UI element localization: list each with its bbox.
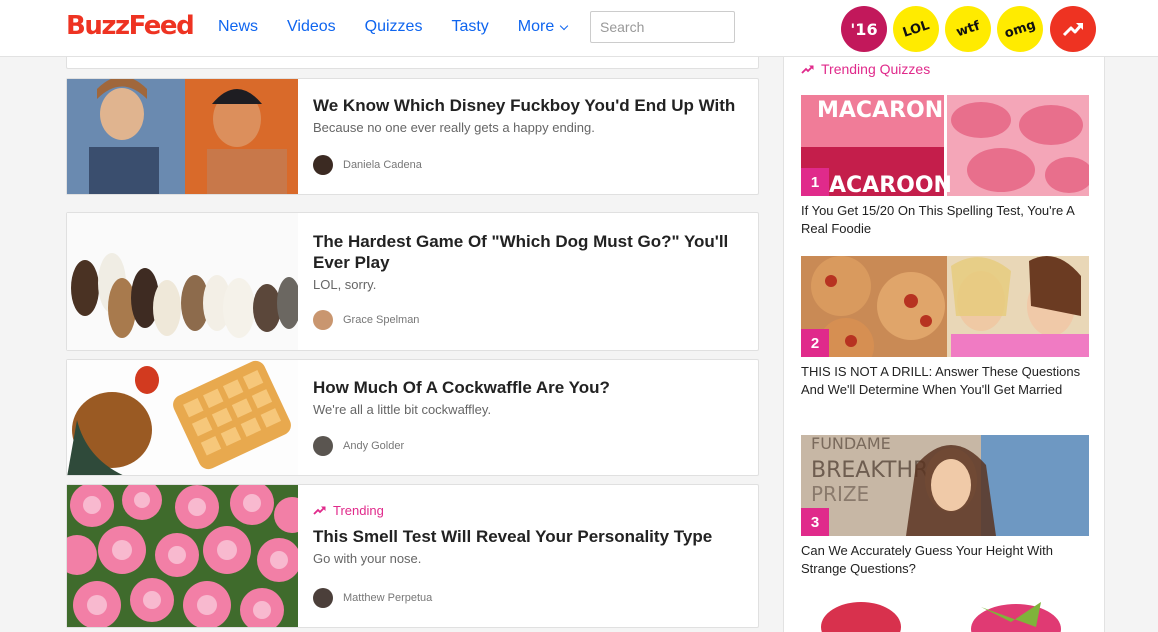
feed-card[interactable]: Trending This Smell Test Will Reveal You… [66, 484, 759, 628]
card-thumbnail[interactable] [67, 79, 298, 194]
trending-tag: Trending [313, 503, 738, 518]
quiz-thumbnail[interactable]: FUNDAME BREAKTHR PRIZE 3 [801, 435, 1089, 536]
card-author[interactable]: Grace Spelman [313, 310, 419, 330]
nav-more[interactable]: More [517, 18, 569, 36]
card-title[interactable]: The Hardest Game Of "Which Dog Must Go?"… [313, 231, 738, 273]
quiz-title[interactable]: If You Get 15/20 On This Spelling Test, … [801, 202, 1089, 238]
chevron-down-icon [560, 21, 569, 30]
card-title[interactable]: How Much Of A Cockwaffle Are You? [313, 377, 738, 398]
card-thumbnail[interactable] [67, 213, 298, 350]
quiz-thumbnail[interactable]: MACARON ACAROON 1 [801, 95, 1089, 196]
badge-2016-label: '16 [850, 19, 878, 39]
quiz-rank: 2 [801, 329, 829, 357]
card-title[interactable]: We Know Which Disney Fuckboy You'd End U… [313, 95, 738, 116]
trending-arrow-icon [801, 64, 814, 74]
nav-news[interactable]: News [218, 18, 258, 36]
badge-omg[interactable]: omg [991, 0, 1049, 58]
quiz-thumbnail[interactable]: 2 [801, 256, 1089, 357]
site-header: BuzzFeed News Videos Quizzes Tasty More … [0, 0, 1158, 58]
card-thumbnail[interactable] [67, 360, 298, 475]
card-thumbnail[interactable] [67, 485, 298, 627]
avatar [313, 588, 333, 608]
feed-card[interactable]: How Much Of A Cockwaffle Are You? We're … [66, 359, 759, 476]
quiz-rank: 3 [801, 508, 829, 536]
avatar [313, 436, 333, 456]
sidebar-quiz-item[interactable] [801, 597, 1089, 632]
card-description: We're all a little bit cockwaffley. [313, 402, 492, 417]
badge-wtf[interactable]: wtf [939, 0, 997, 58]
card-author[interactable]: Daniela Cadena [313, 155, 422, 175]
quiz-rank: 1 [801, 168, 829, 196]
nav-more-label: More [517, 18, 555, 35]
badge-lol[interactable]: LOL [887, 0, 945, 58]
card-author[interactable]: Andy Golder [313, 436, 404, 456]
image-text-2: BREAKTHR [811, 458, 928, 483]
macaroon-text: ACAROON [829, 173, 952, 196]
badge-2016[interactable]: '16 [841, 6, 887, 52]
sidebar-quiz-item[interactable]: MACARON ACAROON 1 If You Get 15/20 On Th… [801, 95, 1089, 238]
badge-lol-label: LOL [900, 17, 932, 41]
badge-wtf-label: wtf [954, 18, 982, 40]
trending-arrow-icon [1062, 23, 1084, 37]
heading-label: Trending Quizzes [821, 61, 931, 77]
author-name: Andy Golder [343, 440, 405, 452]
search-input[interactable] [590, 11, 735, 43]
author-name: Matthew Perpetua [343, 592, 433, 604]
badge-trending[interactable] [1050, 6, 1096, 52]
sidebar: Trending Quizzes MACARON ACAROON 1 If Yo… [783, 57, 1105, 632]
image-text-1: FUNDAME [811, 435, 891, 453]
card-description: LOL, sorry. [313, 277, 377, 292]
nav-videos[interactable]: Videos [287, 18, 336, 36]
card-title[interactable]: This Smell Test Will Reveal Your Persona… [313, 526, 738, 547]
image-text-3: PRIZE [811, 482, 869, 506]
buzzfeed-logo[interactable]: BuzzFeed [66, 11, 195, 41]
avatar [313, 155, 333, 175]
quiz-thumbnail[interactable] [801, 597, 1089, 632]
nav-tasty[interactable]: Tasty [451, 18, 488, 36]
trending-quizzes-heading[interactable]: Trending Quizzes [801, 61, 930, 77]
trending-label: Trending [333, 503, 384, 518]
macaron-text: MACARON [817, 98, 943, 123]
feed-card[interactable]: The Hardest Game Of "Which Dog Must Go?"… [66, 212, 759, 351]
card-description: Go with your nose. [313, 551, 422, 566]
quiz-title[interactable]: Can We Accurately Guess Your Height With… [801, 542, 1089, 578]
card-description: Because no one ever really gets a happy … [313, 120, 595, 135]
trending-arrow-icon [313, 506, 326, 515]
author-name: Grace Spelman [343, 314, 420, 326]
sidebar-quiz-item[interactable]: FUNDAME BREAKTHR PRIZE 3 Can We Accurate… [801, 435, 1089, 578]
avatar [313, 310, 333, 330]
quiz-title[interactable]: THIS IS NOT A DRILL: Answer These Questi… [801, 363, 1089, 399]
feed-card[interactable]: We Know Which Disney Fuckboy You'd End U… [66, 78, 759, 195]
nav-quizzes[interactable]: Quizzes [365, 18, 423, 36]
author-name: Daniela Cadena [343, 159, 422, 171]
main-nav: News Videos Quizzes Tasty More [218, 18, 596, 36]
badge-omg-label: omg [1002, 16, 1038, 42]
card-author[interactable]: Matthew Perpetua [313, 588, 432, 608]
sidebar-quiz-item[interactable]: 2 THIS IS NOT A DRILL: Answer These Ques… [801, 256, 1089, 399]
